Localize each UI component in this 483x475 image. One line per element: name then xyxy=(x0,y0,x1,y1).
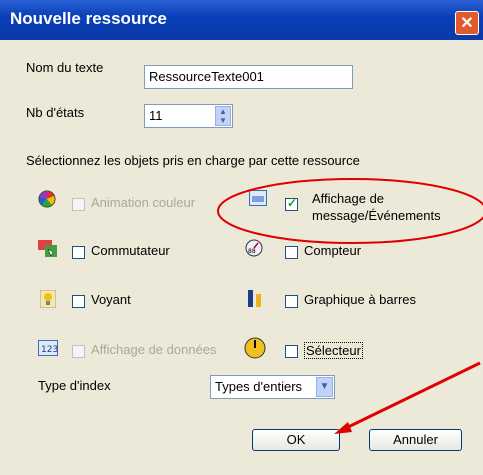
color-wheel-icon xyxy=(38,190,56,208)
animation-couleur-label: Animation couleur xyxy=(91,195,196,210)
dialog-client: Nom du texte RessourceTexte001 Nb d'état… xyxy=(0,40,483,475)
nom-label: Nom du texte xyxy=(26,60,104,75)
compteur-checkbox[interactable] xyxy=(285,246,298,259)
commutateur-label: Commutateur xyxy=(91,243,170,258)
spin-down-icon[interactable]: ▼ xyxy=(216,116,230,125)
svg-text:88: 88 xyxy=(248,248,256,255)
selector-dial-icon xyxy=(244,337,266,359)
spin-buttons[interactable]: ▲ ▼ xyxy=(215,106,231,126)
close-button[interactable]: ✕ xyxy=(455,11,479,35)
selecteur-checkbox[interactable] xyxy=(285,345,298,358)
title-bar[interactable]: Nouvelle ressource ✕ xyxy=(0,0,483,40)
graphique-barres-checkbox[interactable] xyxy=(285,295,298,308)
nb-value: 11 xyxy=(149,108,163,123)
type-index-value: Types d'entiers xyxy=(215,379,303,394)
voyant-checkbox[interactable] xyxy=(72,295,85,308)
svg-text:123: 123 xyxy=(41,345,58,355)
type-index-label: Type d'index xyxy=(38,378,111,393)
gauge-icon: 88 xyxy=(244,239,263,257)
affichage-donnees-label: Affichage de données xyxy=(91,342,217,357)
ok-button[interactable]: OK xyxy=(252,429,340,451)
dialog-window: Nouvelle ressource ✕ Nom du texte Ressou… xyxy=(0,0,483,475)
window-title: Nouvelle ressource xyxy=(10,9,167,28)
affichage-donnees-checkbox[interactable] xyxy=(72,345,85,358)
select-objects-label: Sélectionnez les objets pris en charge p… xyxy=(26,153,360,168)
compteur-label: Compteur xyxy=(304,243,362,258)
data-display-icon: 123 xyxy=(38,340,58,358)
annotation-ellipse xyxy=(217,178,483,244)
bar-chart-icon xyxy=(247,288,265,307)
nb-label: Nb d'états xyxy=(26,105,85,120)
voyant-label: Voyant xyxy=(91,292,131,307)
animation-couleur-checkbox[interactable] xyxy=(72,198,85,211)
nom-input[interactable]: RessourceTexte001 xyxy=(144,65,353,89)
spin-up-icon[interactable]: ▲ xyxy=(216,107,230,116)
annotation-arrow xyxy=(334,361,481,434)
commutateur-checkbox[interactable] xyxy=(72,246,85,259)
type-index-select[interactable]: Types d'entiers ▼ xyxy=(210,375,335,399)
selecteur-label: Sélecteur xyxy=(304,342,363,359)
nb-spinbox[interactable]: 11 ▲ ▼ xyxy=(144,104,233,128)
light-bulb-icon xyxy=(39,289,58,309)
graphique-barres-label: Graphique à barres xyxy=(304,292,417,307)
switch-icon xyxy=(38,240,57,258)
